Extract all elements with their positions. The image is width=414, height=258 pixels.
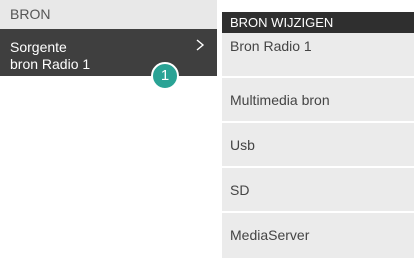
source-item-label: Sorgente — [10, 39, 67, 55]
menu-item-multimedia-bron[interactable]: Multimedia bron — [222, 78, 414, 123]
menu-item-mediaserver[interactable]: MediaServer — [222, 213, 414, 258]
menu-item-usb[interactable]: Usb — [222, 123, 414, 168]
change-source-menu: BRON WIJZIGEN Bron Radio 1 Multimedia br… — [222, 12, 414, 258]
chevron-right-icon — [196, 39, 205, 51]
source-panel: BRON — [0, 0, 217, 29]
current-source-item[interactable]: Sorgente bron Radio 1 — [0, 29, 217, 76]
menu-item-bron-radio-1[interactable]: Bron Radio 1 — [222, 33, 414, 78]
change-source-title: BRON WIJZIGEN — [222, 12, 414, 33]
source-item-value: bron Radio 1 — [10, 56, 91, 72]
menu-item-sd[interactable]: SD — [222, 168, 414, 213]
callout-badge: 1 — [151, 62, 179, 90]
source-panel-title: BRON — [0, 0, 217, 29]
